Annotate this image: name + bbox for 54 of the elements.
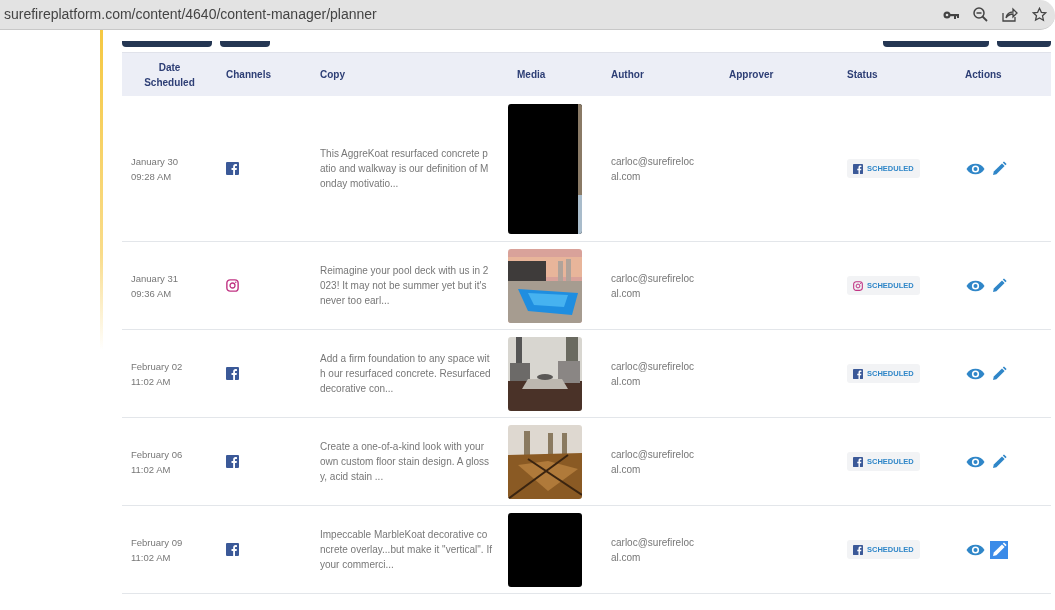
facebook-icon (226, 162, 239, 175)
date-text: February 06 (131, 447, 183, 462)
facebook-icon (853, 456, 863, 467)
column-header: Author (602, 52, 720, 96)
author-email-text: carloc@surefirelocal.com (611, 359, 695, 389)
facebook-icon (853, 368, 863, 379)
column-header: Copy (311, 52, 508, 96)
post-copy-text: This AggreKoat resurfaced concrete patio and walkway is our definition of Monday motivatio... (320, 147, 490, 191)
share-icon[interactable] (1002, 7, 1018, 22)
toolbar-button[interactable] (997, 41, 1051, 47)
column-header: Status (838, 52, 956, 96)
date-text: February 02 (131, 359, 183, 374)
edit-button[interactable] (990, 276, 1008, 295)
key-icon[interactable] (943, 9, 959, 20)
facebook-icon (226, 455, 239, 468)
view-button[interactable] (965, 278, 986, 293)
facebook-icon (226, 367, 239, 380)
edit-button[interactable] (990, 540, 1008, 559)
author-email-text: carloc@surefirelocal.com (611, 154, 695, 184)
column-header: Media (508, 52, 602, 96)
column-header: Channels (217, 52, 311, 96)
column-header: Date Scheduled (122, 52, 217, 96)
zoom-out-icon[interactable] (973, 7, 988, 22)
instagram-icon (853, 280, 863, 291)
view-button[interactable] (965, 454, 986, 469)
post-copy-text: Reimagine your pool deck with us in 2023! It may not be summer yet but it's never too earl... (320, 264, 490, 308)
time-text: 09:28 AM (131, 169, 173, 184)
post-copy-text: Impeccable MarbleKoat decorative concrete overlay...but make it "vertical". If your commerci... (320, 528, 492, 572)
edit-button[interactable] (990, 452, 1008, 471)
post-copy-text: Add a firm foundation to any space with our resurfaced concrete. Resurfaced decorative con... (320, 352, 492, 396)
column-header: Approver (720, 52, 838, 96)
view-button[interactable] (965, 542, 986, 557)
date-text: January 30 (131, 154, 178, 169)
author-email-text: carloc@surefirelocal.com (611, 271, 695, 301)
date-text: February 09 (131, 535, 183, 550)
facebook-icon (226, 543, 239, 556)
column-header: Actions (956, 52, 1051, 96)
star-icon[interactable] (1032, 7, 1047, 22)
author-email-text: carloc@surefirelocal.com (611, 447, 695, 477)
edit-button[interactable] (990, 364, 1008, 383)
view-button[interactable] (965, 161, 986, 176)
facebook-icon (853, 163, 863, 174)
instagram-icon (226, 279, 239, 292)
facebook-icon (853, 544, 863, 555)
author-email-text: carloc@surefirelocal.com (611, 535, 695, 565)
time-text: 11:02 AM (131, 462, 172, 477)
date-text: January 31 (131, 271, 178, 286)
view-button[interactable] (965, 366, 986, 381)
time-text: 11:02 AM (131, 550, 172, 565)
edit-button[interactable] (990, 159, 1008, 178)
toolbar-button[interactable] (220, 41, 270, 47)
time-text: 11:02 AM (131, 374, 172, 389)
time-text: 09:36 AM (131, 286, 173, 301)
post-copy-text: Create a one-of-a-kind look with your own custom floor stain design. A glossy, acid stain ... (320, 440, 490, 484)
